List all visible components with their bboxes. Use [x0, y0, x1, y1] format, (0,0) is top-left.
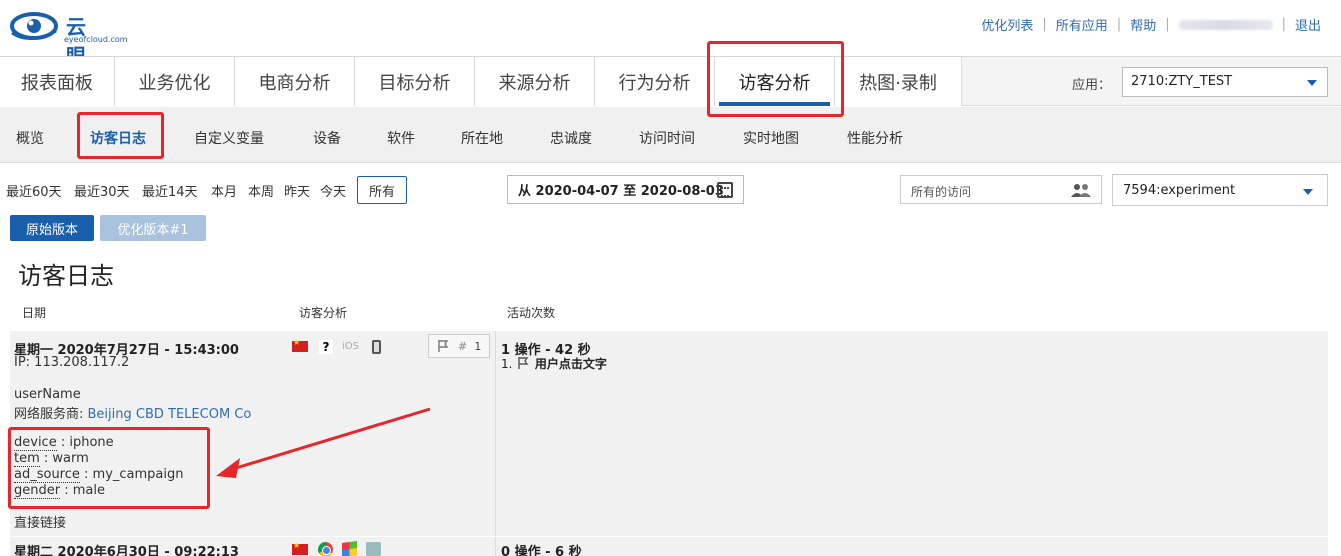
column-header-visitor-analysis: 访客分析 — [299, 306, 348, 320]
action-label: 用户点击文字 — [534, 357, 607, 371]
calendar-icon — [717, 182, 733, 198]
visit-ip: IP: 113.208.117.2 — [14, 355, 130, 370]
link-help[interactable]: 帮助 — [1130, 15, 1156, 34]
flag-count: 1 — [474, 339, 482, 353]
isp-label: 网络服务商: — [14, 407, 88, 422]
tab-goal-analysis[interactable]: 目标分析 — [355, 57, 475, 106]
variant-version-button[interactable]: 优化版本#1 — [100, 215, 206, 241]
subnav-loyalty[interactable]: 忠诚度 — [550, 128, 592, 148]
subnav-custom-variables[interactable]: 自定义变量 — [194, 128, 264, 148]
logo[interactable]: 云眼 eyeofcloud.com — [10, 9, 128, 68]
isp-link[interactable]: Beijing CBD TELECOM Co — [88, 407, 252, 422]
range-last-60-days[interactable]: 最近60天 — [6, 181, 62, 200]
visit-filter-text: 所有的访问 — [911, 185, 972, 199]
tab-business-optimization[interactable]: 业务优化 — [115, 57, 235, 106]
main-nav: 报表面板 业务优化 电商分析 目标分析 来源分析 行为分析 访客分析 热图·录制… — [0, 56, 1341, 106]
chevron-down-icon — [1303, 189, 1313, 195]
tab-heatmap-recording[interactable]: 热图·录制 — [835, 57, 962, 106]
tab-source-analysis[interactable]: 来源分析 — [475, 57, 595, 106]
range-this-month[interactable]: 本月 — [211, 181, 237, 200]
range-this-week[interactable]: 本周 — [248, 181, 274, 200]
blurred-username — [1178, 19, 1273, 30]
visit-actions-summary: 0 操作 - 6 秒 — [501, 545, 582, 556]
subnav-devices[interactable]: 设备 — [313, 128, 341, 148]
visit-username: userName — [14, 387, 81, 402]
unknown-browser-icon: ? — [319, 340, 333, 354]
link-logout[interactable]: 退出 — [1295, 15, 1321, 34]
visit-referrer: 直接链接 — [14, 516, 67, 531]
flag-icon — [437, 340, 448, 352]
date-range-picker[interactable]: 从 2020-04-07 至 2020-08-03 — [507, 175, 744, 204]
column-header-actions: 活动次数 — [507, 306, 556, 320]
ios-icon: iOS — [342, 341, 359, 352]
windows-icon — [342, 540, 357, 556]
column-header-date: 日期 — [22, 306, 47, 320]
subnav-overview[interactable]: 概览 — [16, 128, 44, 148]
page-title: 访客日志 — [18, 262, 114, 290]
app-select-value: 2710:ZTY_TEST — [1131, 74, 1233, 89]
subnav-software[interactable]: 软件 — [387, 128, 415, 148]
tab-ecommerce-analysis[interactable]: 电商分析 — [235, 57, 355, 106]
logo-subtext: eyeofcloud.com — [64, 35, 128, 44]
table-row: 星期二 2020年6月30日 - 09:22:13 0 操作 - 6 秒 — [10, 537, 1328, 556]
subnav-performance[interactable]: 性能分析 — [847, 128, 903, 148]
app-label: 应用： — [1072, 78, 1112, 93]
desktop-icon — [366, 542, 381, 556]
date-range-bar: 最近60天 最近30天 最近14天 本月 本周 昨天 今天 所有 从 2020-… — [0, 173, 1341, 213]
smartphone-icon — [372, 340, 381, 354]
app-select[interactable]: 2710:ZTY_TEST — [1122, 67, 1328, 97]
link-optimization-list[interactable]: 优化列表 — [981, 15, 1033, 34]
range-last-14-days[interactable]: 最近14天 — [142, 181, 198, 200]
range-all-button[interactable]: 所有 — [357, 176, 407, 204]
date-range-text: 从 2020-04-07 至 2020-08-03 — [518, 184, 724, 199]
segment-select-value: 7594:experiment — [1123, 183, 1236, 198]
flag-hash: # — [457, 339, 468, 353]
top-links: 优化列表 | 所有应用 | 帮助 | | 退出 — [981, 15, 1321, 34]
segment-select[interactable]: 7594:experiment — [1112, 174, 1328, 206]
users-icon — [1071, 184, 1091, 197]
china-flag-icon — [292, 338, 308, 352]
sub-nav: 概览 访客日志 自定义变量 设备 软件 所在地 忠诚度 访问时间 实时地图 性能… — [0, 107, 1341, 163]
visit-date: 星期二 2020年6月30日 - 09:22:13 — [14, 545, 239, 556]
link-all-apps[interactable]: 所有应用 — [1056, 15, 1108, 34]
chevron-down-icon — [1307, 80, 1317, 86]
annotation-box-custom-vars — [8, 427, 210, 509]
eye-logo-icon — [10, 12, 58, 40]
range-yesterday[interactable]: 昨天 — [284, 181, 310, 200]
tab-behavior-analysis[interactable]: 行为分析 — [595, 57, 715, 106]
top-header: 云眼 eyeofcloud.com 优化列表 | 所有应用 | 帮助 | | 退… — [0, 0, 1341, 68]
china-flag-icon — [292, 541, 308, 555]
chrome-icon — [318, 542, 333, 556]
goal-flag-button[interactable]: # 1 — [428, 334, 490, 358]
range-today[interactable]: 今天 — [320, 181, 346, 200]
visit-isp: 网络服务商: Beijing CBD TELECOM Co — [14, 403, 251, 422]
action-item: 1. 用户点击文字 — [501, 357, 607, 371]
subnav-location[interactable]: 所在地 — [461, 128, 503, 148]
range-last-30-days[interactable]: 最近30天 — [74, 181, 130, 200]
original-version-button[interactable]: 原始版本 — [10, 215, 94, 241]
annotation-box-visitor-log — [77, 112, 164, 159]
annotation-box-visitor-tab — [707, 41, 844, 117]
flag-icon — [517, 357, 528, 369]
visit-filter-input[interactable]: 所有的访问 — [900, 175, 1102, 204]
subnav-realtime-map[interactable]: 实时地图 — [743, 128, 799, 148]
subnav-visit-time[interactable]: 访问时间 — [639, 128, 695, 148]
tab-dashboard[interactable]: 报表面板 — [0, 57, 115, 106]
